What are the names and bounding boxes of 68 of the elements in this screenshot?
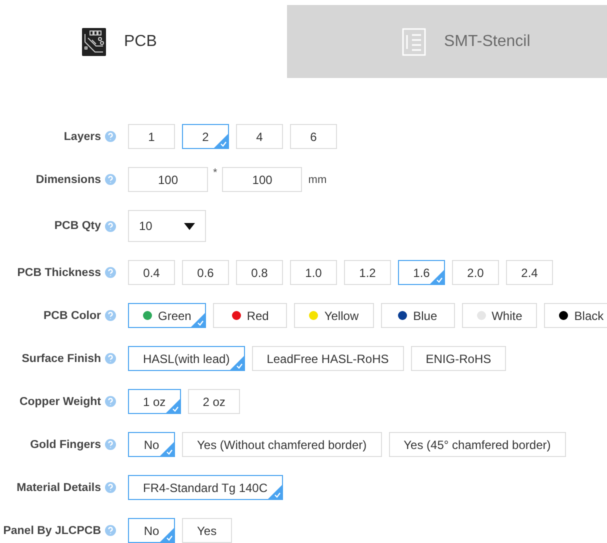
field-label: Dimensions (36, 174, 101, 186)
option-button[interactable]: Green (128, 303, 206, 328)
unit-label: mm (308, 174, 327, 186)
option-button[interactable]: ENIG-RoHS (410, 346, 506, 371)
help-icon[interactable] (105, 131, 116, 142)
selected-check-icon (191, 313, 206, 327)
selected-check-icon (214, 134, 228, 148)
selected-check-icon (160, 528, 174, 542)
selected-check-icon (230, 356, 244, 370)
option-button[interactable]: Black (544, 303, 607, 328)
option-button[interactable]: 1.6 (398, 260, 445, 285)
field-label: PCB Color (44, 310, 101, 322)
help-icon[interactable] (105, 396, 116, 407)
field-label: Surface Finish (22, 352, 101, 364)
field-label: Material Details (16, 482, 101, 494)
height-field[interactable]: 100 (222, 167, 302, 192)
help-icon[interactable] (105, 353, 116, 364)
option-button[interactable]: 0.8 (236, 260, 283, 285)
option-button[interactable]: Yellow (294, 303, 374, 328)
times-sign: * (213, 167, 218, 179)
dropdown-arrow-icon (184, 222, 195, 230)
circuit-board-icon (82, 28, 106, 56)
option-button[interactable]: 1 (128, 124, 175, 149)
option-button[interactable]: 0.6 (182, 260, 229, 285)
selected-check-icon (268, 485, 282, 499)
help-icon[interactable] (105, 220, 116, 232)
option-button[interactable]: 1 oz (128, 389, 181, 414)
help-icon[interactable] (105, 174, 116, 185)
help-icon[interactable] (105, 525, 116, 536)
tab-label: PCB (124, 32, 157, 50)
option-button[interactable]: Red (213, 303, 288, 328)
field-label: PCB Qty (54, 220, 101, 232)
selected-check-icon (160, 442, 174, 456)
option-button[interactable]: 6 (290, 124, 337, 149)
help-icon[interactable] (105, 482, 116, 493)
option-button[interactable]: FR4-Standard Tg 140C (128, 475, 283, 500)
tab-label: SMT-Stencil (444, 32, 530, 50)
stencil-icon (402, 28, 426, 56)
option-button[interactable]: 4 (236, 124, 283, 149)
help-icon[interactable] (105, 439, 116, 450)
option-button[interactable]: Yes (45° chamfered border) (388, 432, 566, 457)
selected-check-icon (166, 399, 180, 413)
option-button[interactable]: White (462, 303, 538, 328)
option-button[interactable]: 2.0 (452, 260, 499, 285)
option-button[interactable]: No (128, 518, 175, 543)
width-field[interactable]: 100 (128, 167, 208, 192)
option-button[interactable]: 2 (182, 124, 229, 149)
quantity-select[interactable]: 10 (128, 210, 206, 242)
help-icon[interactable] (105, 310, 116, 321)
selected-check-icon (430, 270, 444, 284)
option-button[interactable]: 0.4 (128, 260, 175, 285)
tab[interactable]: SMT-Stencil (287, 5, 607, 78)
field-label: Copper Weight (19, 396, 101, 408)
field-label: Layers (64, 130, 101, 142)
option-button[interactable]: Yes (Without chamfered border) (182, 432, 382, 457)
field-label: Gold Fingers (30, 438, 101, 450)
option-button[interactable]: No (128, 432, 175, 457)
option-button[interactable]: Yes (182, 518, 232, 543)
field-label: PCB Thickness (17, 266, 101, 278)
help-icon[interactable] (105, 267, 116, 278)
option-button[interactable]: Blue (380, 303, 455, 328)
option-button[interactable]: 2 oz (188, 389, 240, 414)
option-button[interactable]: 1.0 (290, 260, 337, 285)
option-button[interactable]: 2.4 (506, 260, 553, 285)
option-button[interactable]: LeadFree HASL-RoHS (252, 346, 404, 371)
option-button[interactable]: 1.2 (344, 260, 391, 285)
field-label: Panel By JLCPCB (3, 524, 101, 536)
option-button[interactable]: HASL(with lead) (128, 346, 245, 371)
